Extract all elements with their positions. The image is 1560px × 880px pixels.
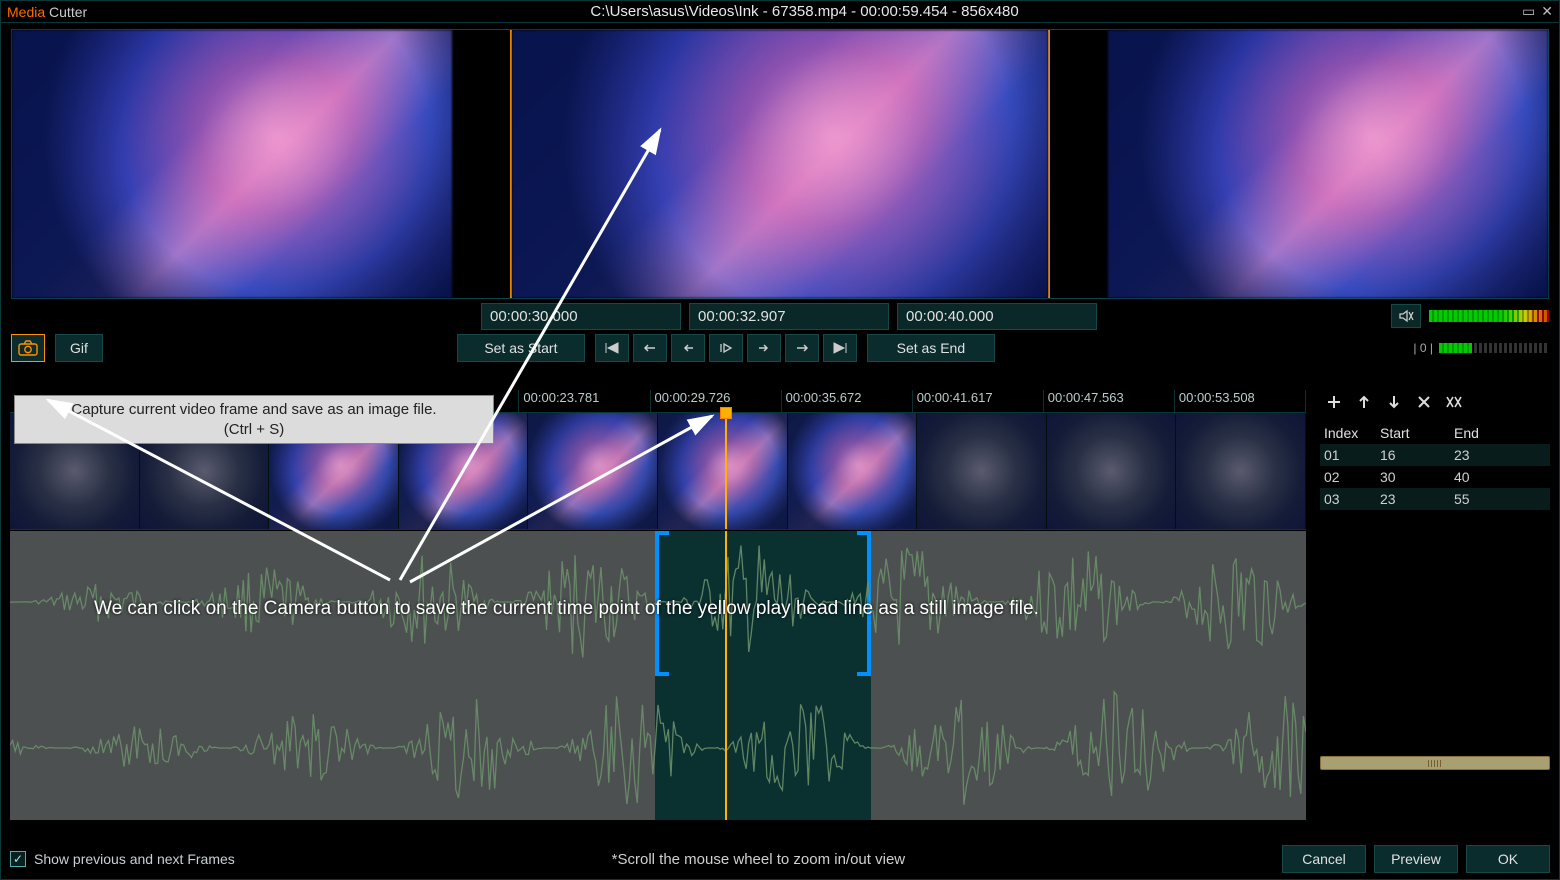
bottom-bar: ✓ Show previous and next Frames *Scroll … (10, 844, 1550, 874)
scroll-hint: *Scroll the mouse wheel to zoom in/out v… (235, 851, 1282, 868)
volume-slider[interactable] (1439, 343, 1549, 353)
ruler-tick: 00:00:29.726 (651, 390, 782, 412)
segments-scrollbar[interactable] (1320, 756, 1550, 770)
camera-icon (18, 340, 38, 356)
title-bar: Media Cutter C:\Users\asus\Videos\Ink - … (1, 1, 1559, 23)
seek-back-button[interactable] (671, 334, 705, 362)
playhead-wave[interactable] (725, 531, 727, 820)
vu-meter (1429, 310, 1549, 322)
start-time-field[interactable]: 00:00:30.000 (481, 303, 681, 330)
segments-panel: Index Start End 01 16 23 02 30 40 03 23 … (1320, 390, 1550, 836)
preview-button[interactable]: Preview (1374, 845, 1458, 873)
gif-button[interactable]: Gif (55, 334, 103, 362)
show-frames-label: Show previous and next Frames (34, 851, 235, 867)
time-readout-row: 00:00:30.000 00:00:32.907 00:00:40.000 (11, 303, 1549, 329)
file-path: C:\Users\asus\Videos\Ink - 67358.mp4 - 0… (87, 3, 1522, 20)
ruler-tick: 00:00:41.617 (913, 390, 1044, 412)
seek-fwd-button[interactable] (747, 334, 781, 362)
preview-prev-frame (12, 30, 452, 298)
mute-button[interactable] (1391, 304, 1421, 328)
ruler-tick: 00:00:35.672 (782, 390, 913, 412)
col-start: Start (1380, 425, 1454, 441)
segments-table[interactable]: Index Start End 01 16 23 02 30 40 03 23 … (1320, 422, 1550, 510)
waveform-area[interactable] (10, 530, 1306, 820)
playhead[interactable] (725, 413, 727, 529)
current-time-field[interactable]: 00:00:32.907 (689, 303, 889, 330)
capture-frame-button[interactable] (11, 334, 45, 362)
segment-move-down-icon[interactable] (1384, 392, 1404, 412)
col-index: Index (1324, 425, 1380, 441)
segment-delete-icon[interactable] (1414, 392, 1434, 412)
segment-add-icon[interactable] (1324, 392, 1344, 412)
volume-value: | 0 | (1413, 341, 1433, 355)
ruler-tick: 00:00:47.563 (1044, 390, 1175, 412)
segment-move-up-icon[interactable] (1354, 392, 1374, 412)
transport-row: Gif Set as Start Set as End | 0 | (11, 333, 1549, 363)
seek-end-button[interactable] (823, 334, 857, 362)
preview-strip (11, 29, 1549, 299)
set-as-end-button[interactable]: Set as End (867, 334, 995, 362)
seek-start-button[interactable] (595, 334, 629, 362)
seek-fwd-fast-button[interactable] (785, 334, 819, 362)
seek-back-fast-button[interactable] (633, 334, 667, 362)
table-row[interactable]: 01 16 23 (1320, 444, 1550, 466)
end-time-field[interactable]: 00:00:40.000 (897, 303, 1097, 330)
table-row[interactable]: 02 30 40 (1320, 466, 1550, 488)
play-pause-button[interactable] (709, 334, 743, 362)
cancel-button[interactable]: Cancel (1282, 845, 1366, 873)
window-close-icon[interactable]: ✕ (1541, 3, 1553, 20)
annotation-text: We can click on the Camera button to sav… (94, 598, 1039, 620)
preview-current-frame (510, 30, 1050, 298)
window-minimize-icon[interactable]: ▭ (1522, 3, 1535, 20)
ruler-tick: 00:00:23.781 (519, 390, 650, 412)
preview-next-frame (1108, 30, 1548, 298)
table-row[interactable]: 03 23 55 (1320, 488, 1550, 510)
segment-delete-all-icon[interactable] (1444, 392, 1464, 412)
capture-tooltip: Capture current video frame and save as … (14, 395, 494, 444)
app-title: Media Cutter (7, 4, 87, 20)
ok-button[interactable]: OK (1466, 845, 1550, 873)
ruler-tick: 00:00:53.508 (1175, 390, 1306, 412)
show-frames-checkbox[interactable]: ✓ (10, 851, 26, 867)
col-end: End (1454, 425, 1514, 441)
set-as-start-button[interactable]: Set as Start (457, 334, 585, 362)
